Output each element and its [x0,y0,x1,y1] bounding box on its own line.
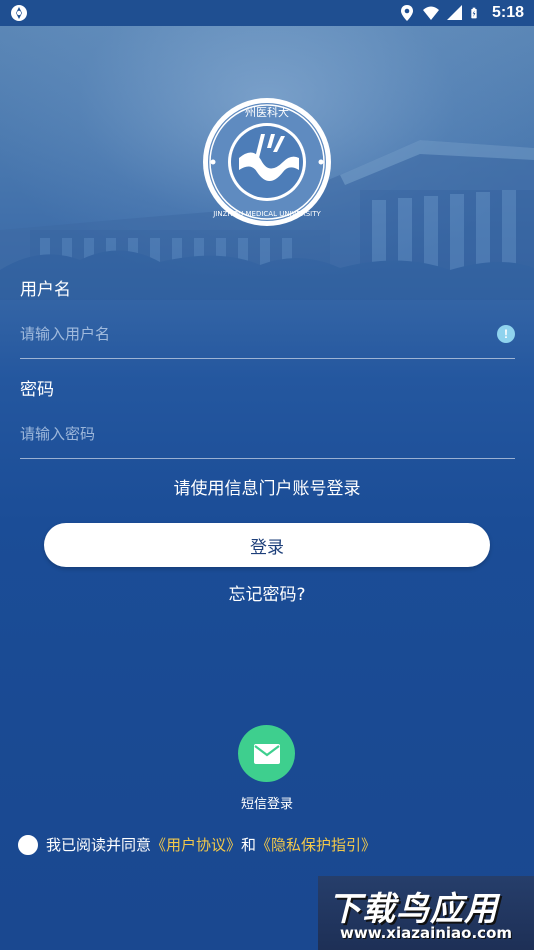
username-label: 用户名 [20,280,71,300]
mail-icon [253,743,280,764]
watermark-url: www.xiazainiao.com [339,924,513,942]
password-label: 密码 [20,380,54,400]
login-button[interactable]: 登录 [44,523,490,567]
status-time: 5:18 [491,4,524,21]
agreement-row: 我已阅读并同意 《用户协议》 和 《隐私保护指引》 [18,834,376,855]
login-hint-text: 请使用信息门户账号登录 [173,479,361,499]
status-bar: 5:18 [0,0,534,26]
watermark-overlay: 下载鸟应用 www.xiazainiao.com [318,876,534,950]
svg-text:州医科大: 州医科大 [245,105,289,119]
info-icon[interactable]: ! [497,325,515,343]
sms-login-label[interactable]: 短信登录 [0,793,534,812]
forgot-password-link[interactable]: 忘记密码? [0,580,534,605]
signal-icon [446,5,462,20]
password-input[interactable] [20,416,515,452]
watermark-title: 下载鸟应用 [328,889,498,928]
sms-login-button[interactable] [238,725,295,782]
svg-text:JINZHOU MEDICAL UNIVERSITY: JINZHOU MEDICAL UNIVERSITY [212,210,321,218]
agreement-radio[interactable] [18,834,38,855]
agreement-and: 和 [241,836,257,854]
battery-icon [471,7,477,19]
app-notification-icon [11,5,27,21]
password-underline [20,458,515,459]
username-input[interactable] [20,316,490,352]
privacy-policy-link[interactable]: 《隐私保护指引》 [256,834,376,855]
wifi-icon [422,6,439,20]
username-underline [20,358,515,359]
location-icon [400,5,413,21]
agreement-prefix: 我已阅读并同意 [46,836,152,854]
university-emblem: 州医科大 JINZHOU MEDICAL UNIVERSITY [203,98,331,226]
user-agreement-link[interactable]: 《用户协议》 [151,834,241,855]
